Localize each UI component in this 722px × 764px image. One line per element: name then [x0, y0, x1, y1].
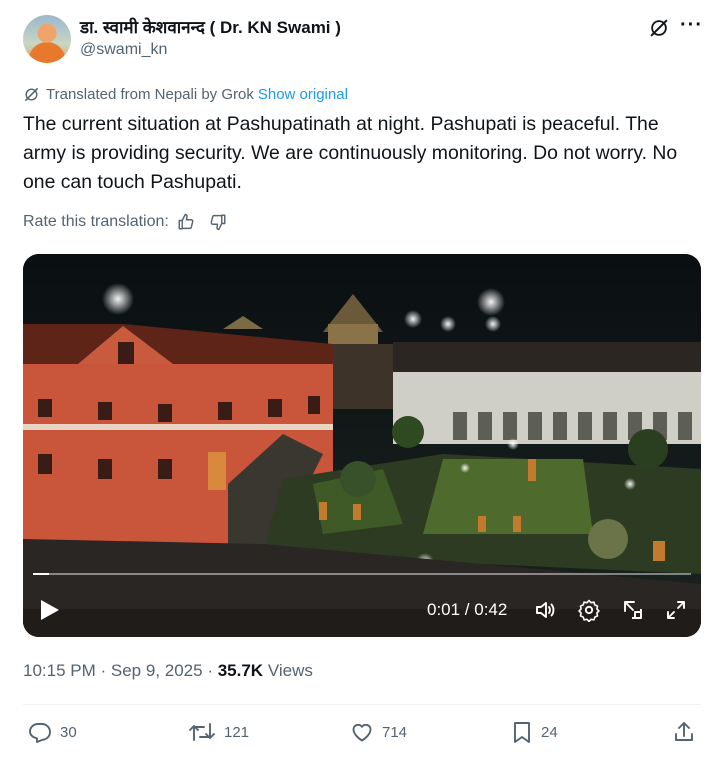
- play-icon[interactable]: [39, 598, 61, 622]
- repost-icon: [189, 723, 215, 741]
- reply-count: 30: [60, 723, 77, 741]
- translation-notice: Translated from Nepali by Grok Show orig…: [23, 86, 348, 103]
- grok-icon[interactable]: [648, 17, 670, 39]
- share-icon: [675, 722, 693, 741]
- reply-icon: [29, 723, 51, 743]
- picture-in-picture-icon[interactable]: [621, 598, 645, 622]
- tweet-time[interactable]: 10:15 PM: [23, 661, 96, 680]
- bookmark-icon: [514, 722, 530, 743]
- video-frame: [23, 254, 701, 637]
- action-bar: 30 121 714 24: [0, 716, 722, 750]
- heart-icon: [352, 723, 372, 742]
- repost-count: 121: [224, 723, 250, 741]
- share-button[interactable]: [672, 720, 696, 744]
- meta-separator: ·: [207, 661, 218, 680]
- bookmark-count: 24: [541, 723, 558, 741]
- repost-button[interactable]: 121: [188, 720, 249, 744]
- bookmark-button[interactable]: 24: [511, 720, 558, 744]
- like-button[interactable]: 714: [350, 720, 407, 744]
- settings-gear-icon[interactable]: [577, 598, 601, 622]
- views-count: 35.7K: [217, 661, 264, 680]
- author-display-name[interactable]: डा. स्वामी केशवानन्द ( Dr. KN Swami ): [80, 15, 341, 38]
- author-handle[interactable]: @swami_kn: [80, 41, 167, 59]
- meta-separator: ·: [100, 661, 111, 680]
- views-label: Views: [267, 661, 313, 680]
- rate-translation-label: Rate this translation:: [23, 213, 169, 230]
- tweet-meta: 10:15 PM · Sep 9, 2025 · 35.7K Views: [23, 661, 313, 681]
- reply-button[interactable]: 30: [28, 720, 77, 744]
- avatar[interactable]: [23, 15, 71, 63]
- fullscreen-icon[interactable]: [664, 598, 688, 622]
- volume-icon[interactable]: [533, 598, 557, 622]
- more-options-icon[interactable]: ···: [680, 14, 703, 37]
- thumbs-up-icon[interactable]: [177, 213, 195, 231]
- grok-icon: [25, 88, 38, 101]
- video-time: 0:01 / 0:42: [427, 600, 508, 619]
- thumbs-down-icon[interactable]: [209, 213, 227, 231]
- divider: [23, 704, 701, 705]
- video-progress-fill: [33, 573, 49, 575]
- tweet-text: The current situation at Pashupatinath a…: [23, 113, 678, 193]
- show-original-link[interactable]: Show original: [258, 86, 348, 103]
- rate-translation: Rate this translation:: [23, 213, 241, 231]
- translation-notice-text: Translated from Nepali by Grok: [46, 86, 254, 103]
- video-progress-bar[interactable]: [33, 573, 691, 575]
- like-count: 714: [382, 723, 408, 741]
- tweet-date[interactable]: Sep 9, 2025: [111, 661, 203, 680]
- video-player[interactable]: 0:01 / 0:42: [23, 254, 701, 637]
